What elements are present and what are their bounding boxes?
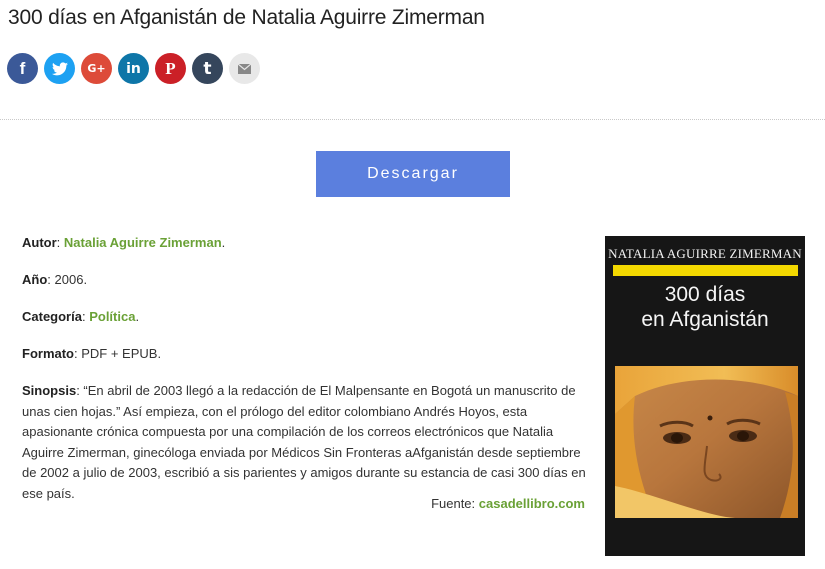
linkedin-share-button[interactable]: in [118,53,149,84]
facebook-share-button[interactable]: f [7,53,38,84]
category-row: Categoría: Política. [22,309,140,324]
format-label: Formato [22,346,74,361]
source-line: Fuente: casadellibro.com [431,494,585,514]
cover-author: NATALIA AGUIRRE ZIMERMAN [608,246,802,261]
page-title: 300 días en Afganistán de Natalia Aguirr… [8,6,485,29]
synopsis-text: “En abril de 2003 llegó a la redacción d… [22,383,586,501]
format-value: PDF + EPUB [81,346,158,361]
linkedin-icon: in [126,60,141,77]
divider [0,119,825,120]
envelope-icon [238,63,251,74]
cover-title-line-2: en Afganistán [641,308,769,331]
book-cover: NATALIA AGUIRRE ZIMERMAN 300 días en Afg… [605,236,805,556]
author-row: Autor: Natalia Aguirre Zimerman. [22,235,226,250]
cover-title-line-1: 300 días [664,283,746,306]
cover-title: 300 días en Afganistán [605,282,805,332]
category-label: Categoría [22,309,82,324]
year-label: Año [22,272,48,287]
synopsis-row: Sinopsis: “En abril de 2003 llegó a la r… [22,383,586,501]
pinterest-share-button[interactable]: P [155,53,186,84]
source-link[interactable]: casadellibro.com [479,496,585,511]
author-link[interactable]: Natalia Aguirre Zimerman [64,235,222,250]
synopsis-label: Sinopsis [22,383,77,398]
tumblr-icon: t [203,58,212,79]
google-plus-icon: G+ [87,62,106,75]
source-label: Fuente: [431,496,476,511]
email-share-button[interactable] [229,53,260,84]
format-row: Formato: PDF + EPUB. [22,346,162,361]
category-link[interactable]: Política [89,309,135,324]
google-plus-share-button[interactable]: G+ [81,53,112,84]
facebook-icon: f [19,58,26,78]
book-details: Autor: Natalia Aguirre Zimerman. Año: 20… [22,233,588,521]
year-value: 2006 [54,272,84,287]
share-buttons: f G+ in P t [7,53,260,84]
download-button[interactable]: Descargar [316,151,510,197]
twitter-icon [51,61,68,76]
author-label: Autor [22,235,57,250]
twitter-share-button[interactable] [44,53,75,84]
tumblr-share-button[interactable]: t [192,53,223,84]
year-row: Año: 2006. [22,272,88,287]
page: 300 días en Afganistán de Natalia Aguirr… [0,0,825,569]
cover-yellow-bar [613,265,798,276]
pinterest-icon: P [165,58,176,78]
cover-portrait-image [615,366,798,518]
